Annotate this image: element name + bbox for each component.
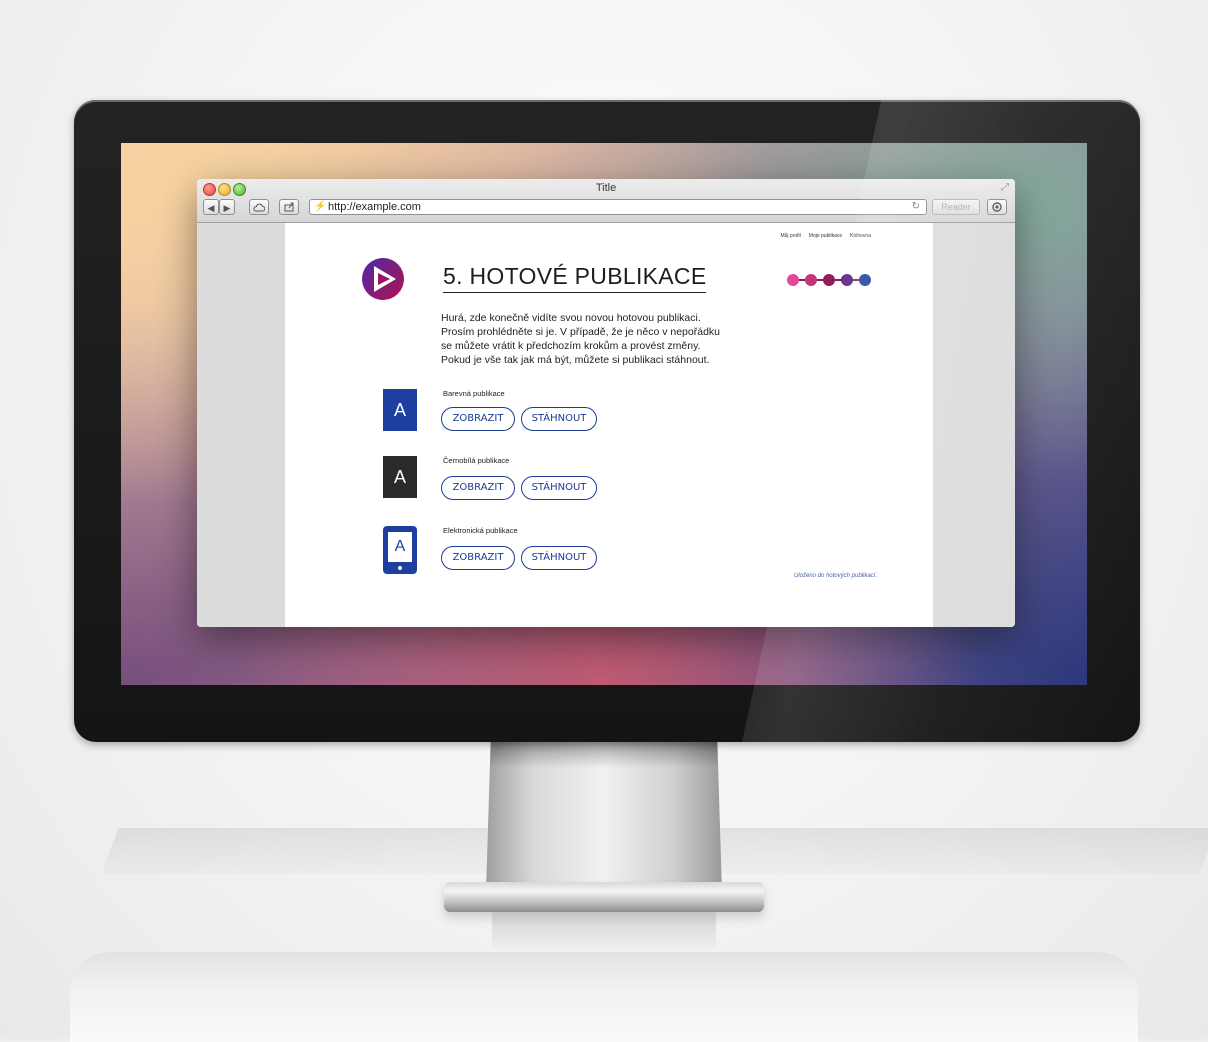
tablet-icon: A	[383, 526, 417, 574]
download-epub-button[interactable]: STÁHNOUT	[521, 546, 597, 570]
view-epub-button[interactable]: ZOBRAZIT	[441, 546, 515, 570]
bw-publication-icon: A	[383, 456, 417, 498]
stand-reflection	[492, 912, 716, 952]
browser-viewport: Můj profil Moje publikace Knihovna 5. HO…	[197, 223, 1015, 627]
view-color-button[interactable]: ZOBRAZIT	[441, 407, 515, 431]
intro-text: Hurá, zde konečně vidíte svou novou hoto…	[441, 312, 720, 366]
progress-step-dot	[787, 274, 799, 286]
url-text: http://example.com	[328, 201, 421, 213]
reload-icon[interactable]: ↻	[912, 200, 920, 214]
page-title: 5. HOTOVÉ PUBLIKACE	[443, 263, 707, 293]
downloads-icon	[992, 202, 1002, 212]
bookmark-icon: ⚡	[314, 201, 327, 212]
share-button[interactable]	[279, 199, 299, 215]
floor-reflection	[70, 952, 1138, 1042]
downloads-button[interactable]	[987, 199, 1007, 215]
nav-my-profile[interactable]: Můj profil	[780, 233, 800, 239]
cloud-tabs-button[interactable]	[249, 199, 269, 215]
saved-status-note: Uloženo do hotových publikací.	[793, 573, 877, 579]
view-bw-button[interactable]: ZOBRAZIT	[441, 476, 515, 500]
epub-letter: A	[388, 532, 412, 562]
progress-step-dot	[859, 274, 871, 286]
browser-window: Title ⤢ ◀ ▶ ⚡ http://example.com ↻ Reade…	[197, 179, 1015, 627]
color-publication-icon: A	[383, 389, 417, 431]
download-bw-button[interactable]: STÁHNOUT	[521, 476, 597, 500]
progress-step-dot	[805, 274, 817, 286]
cloud-icon	[253, 203, 266, 212]
progress-step-dot	[841, 274, 853, 286]
monitor-stand-base	[444, 882, 764, 912]
progress-step-dot	[823, 274, 835, 286]
monitor-screen: Title ⤢ ◀ ▶ ⚡ http://example.com ↻ Reade…	[121, 143, 1087, 685]
back-button[interactable]: ◀	[203, 199, 219, 215]
window-title: Title	[595, 182, 617, 194]
address-bar[interactable]: ⚡ http://example.com ↻	[309, 199, 927, 215]
monitor-stand-neck	[486, 740, 722, 892]
nav-library[interactable]: Knihovna	[850, 233, 871, 239]
download-color-button[interactable]: STÁHNOUT	[521, 407, 597, 431]
web-page: Můj profil Moje publikace Knihovna 5. HO…	[285, 223, 933, 627]
forward-button[interactable]: ▶	[219, 199, 235, 215]
publication-label: Barevná publikace	[443, 389, 505, 398]
publication-label: Elektronická publikace	[443, 526, 518, 535]
browser-toolbar: Title ⤢ ◀ ▶ ⚡ http://example.com ↻ Reade…	[197, 179, 1015, 223]
publication-label: Černobílá publikace	[443, 456, 510, 465]
progress-indicator	[787, 274, 871, 286]
top-navigation: Můj profil Moje publikace Knihovna	[780, 233, 871, 239]
logo-icon	[362, 258, 404, 300]
nav-my-publications[interactable]: Moje publikace	[809, 233, 842, 239]
share-icon	[284, 202, 293, 212]
reader-button[interactable]: Reader	[932, 199, 980, 215]
fullscreen-icon[interactable]: ⤢	[1001, 182, 1009, 193]
